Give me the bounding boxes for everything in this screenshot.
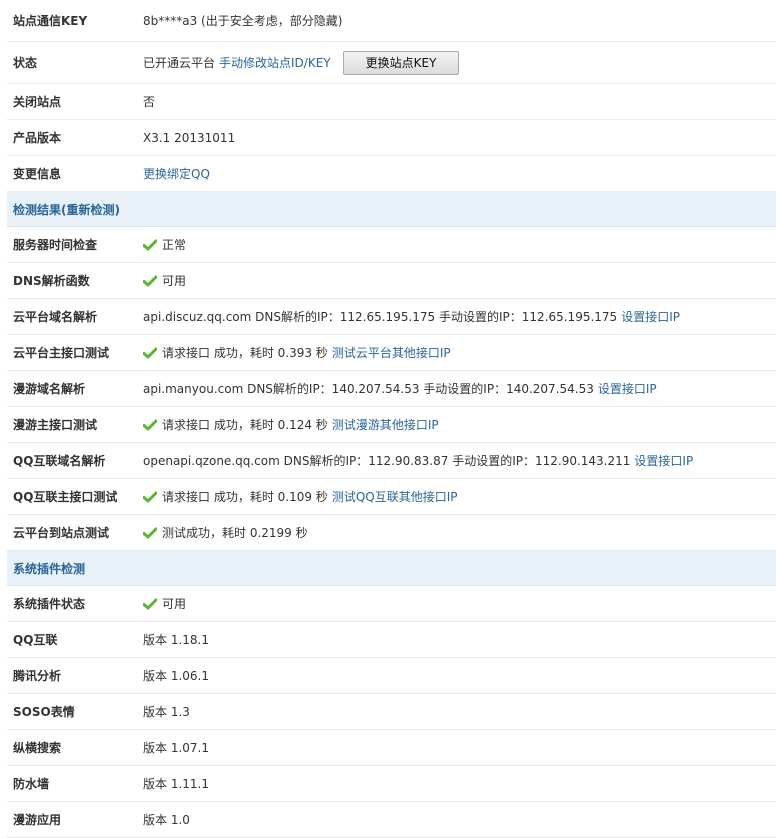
row-label: QQ互联: [13, 633, 58, 647]
row-value: 版本 1.11.1: [143, 777, 209, 791]
row-label: 漫游应用: [13, 813, 62, 827]
row-value: 已开通云平台: [143, 56, 216, 70]
row-label: 云平台域名解析: [13, 310, 98, 324]
row-value: api.manyou.com DNS解析的IP：140.207.54.53 手动…: [143, 382, 594, 396]
row-label: 漫游域名解析: [13, 382, 86, 396]
check-row: QQ互联 版本 1.18.1: [7, 622, 776, 658]
check-icon: [143, 527, 157, 538]
row-label: DNS解析函数: [13, 274, 90, 288]
row-value: 测试成功，耗时 0.2199 秒: [162, 526, 308, 540]
row-value: 请求接口 成功，耗时 0.393 秒: [162, 346, 328, 360]
row-value: 请求接口 成功，耗时 0.124 秒: [162, 418, 328, 432]
row-label: 纵横搜索: [13, 741, 62, 755]
row-label: QQ互联主接口测试: [13, 490, 118, 504]
row-action-link[interactable]: 设置接口IP: [598, 380, 657, 397]
check-row: QQ互联主接口测试 请求接口 成功，耗时 0.109 秒测试QQ互联其他接口IP: [7, 479, 776, 515]
row-value: X3.1 20131011: [143, 130, 236, 145]
row-value: 否: [143, 95, 156, 109]
row-value: api.discuz.qq.com DNS解析的IP：112.65.195.17…: [143, 310, 618, 324]
check-icon: [143, 491, 157, 502]
row-action-link[interactable]: 测试云平台其他接口IP: [332, 344, 451, 361]
row-value: 版本 1.18.1: [143, 633, 209, 647]
row-action-link[interactable]: 测试QQ互联其他接口IP: [332, 488, 458, 505]
section-title: 系统插件检测: [13, 561, 86, 576]
row-site-key: 站点通信KEY 8b****a3 (出于安全考虑，部分隐藏): [7, 0, 776, 42]
row-label: 产品版本: [13, 131, 62, 145]
edit-site-id-link[interactable]: 手动修改站点ID/KEY: [219, 54, 331, 71]
row-action-link[interactable]: 设置接口IP: [621, 308, 680, 325]
check-row: 漫游域名解析 api.manyou.com DNS解析的IP：140.207.54…: [7, 371, 776, 407]
row-value: 可用: [162, 597, 187, 611]
row-value: 版本 1.07.1: [143, 741, 209, 755]
change-bind-qq-link[interactable]: 更换绑定QQ: [143, 165, 210, 182]
check-icon: [143, 598, 157, 609]
check-icon: [143, 239, 157, 250]
check-icon: [143, 275, 157, 286]
row-label: 站点通信KEY: [13, 14, 88, 28]
section-check-results: 检测结果(重新检测): [7, 192, 776, 227]
row-version: 产品版本 X3.1 20131011: [7, 120, 776, 156]
row-label: 腾讯分析: [13, 669, 62, 683]
change-site-key-button[interactable]: 更换站点KEY: [342, 50, 460, 75]
row-value: 版本 1.0: [143, 813, 190, 827]
check-row: SOSO表情 版本 1.3: [7, 694, 776, 730]
check-row: 防水墙 版本 1.11.1: [7, 766, 776, 802]
check-row: QQ互联域名解析 openapi.qzone.qq.com DNS解析的IP：11…: [7, 443, 776, 479]
row-status: 状态 已开通云平台 手动修改站点ID/KEY 更换站点KEY: [7, 42, 776, 84]
section-plugin-check: 系统插件检测: [7, 551, 776, 586]
row-value: 8b****a3 (出于安全考虑，部分隐藏): [143, 14, 343, 28]
row-value: 可用: [162, 274, 187, 288]
row-value: 版本 1.3: [143, 705, 190, 719]
row-value: 正常: [162, 238, 187, 252]
row-label: 变更信息: [13, 167, 62, 181]
row-label: 系统插件状态: [13, 597, 86, 611]
check-row: 系统插件状态 可用: [7, 586, 776, 622]
check-icon: [143, 419, 157, 430]
row-label: QQ互联域名解析: [13, 454, 106, 468]
check-row: 漫游主接口测试 请求接口 成功，耗时 0.124 秒测试漫游其他接口IP: [7, 407, 776, 443]
row-label: SOSO表情: [13, 705, 75, 719]
check-row: DNS解析函数 可用: [7, 263, 776, 299]
check-icon: [143, 347, 157, 358]
row-label: 云平台到站点测试: [13, 526, 110, 540]
row-change-info: 变更信息 更换绑定QQ: [7, 156, 776, 192]
check-row: 云平台主接口测试 请求接口 成功，耗时 0.393 秒测试云平台其他接口IP: [7, 335, 776, 371]
row-value: 版本 1.06.1: [143, 669, 209, 683]
row-label: 云平台主接口测试: [13, 346, 110, 360]
row-label: 关闭站点: [13, 95, 62, 109]
row-label: 服务器时间检查: [13, 238, 98, 252]
check-row: 云平台域名解析 api.discuz.qq.com DNS解析的IP：112.65…: [7, 299, 776, 335]
check-row: 云平台到站点测试 测试成功，耗时 0.2199 秒: [7, 515, 776, 551]
check-row: 腾讯分析 版本 1.06.1: [7, 658, 776, 694]
check-row: 漫游应用 版本 1.0: [7, 802, 776, 838]
row-label: 状态: [13, 56, 38, 70]
row-action-link[interactable]: 设置接口IP: [634, 452, 693, 469]
section-title[interactable]: 检测结果(重新检测): [13, 201, 120, 218]
row-close-site: 关闭站点 否: [7, 84, 776, 120]
row-label: 防水墙: [13, 777, 50, 791]
row-value: 请求接口 成功，耗时 0.109 秒: [162, 490, 328, 504]
check-row: 服务器时间检查 正常: [7, 227, 776, 263]
check-row: 纵横搜索 版本 1.07.1: [7, 730, 776, 766]
row-label: 漫游主接口测试: [13, 418, 98, 432]
row-value: openapi.qzone.qq.com DNS解析的IP：112.90.83.…: [143, 454, 631, 468]
row-action-link[interactable]: 测试漫游其他接口IP: [332, 416, 439, 433]
